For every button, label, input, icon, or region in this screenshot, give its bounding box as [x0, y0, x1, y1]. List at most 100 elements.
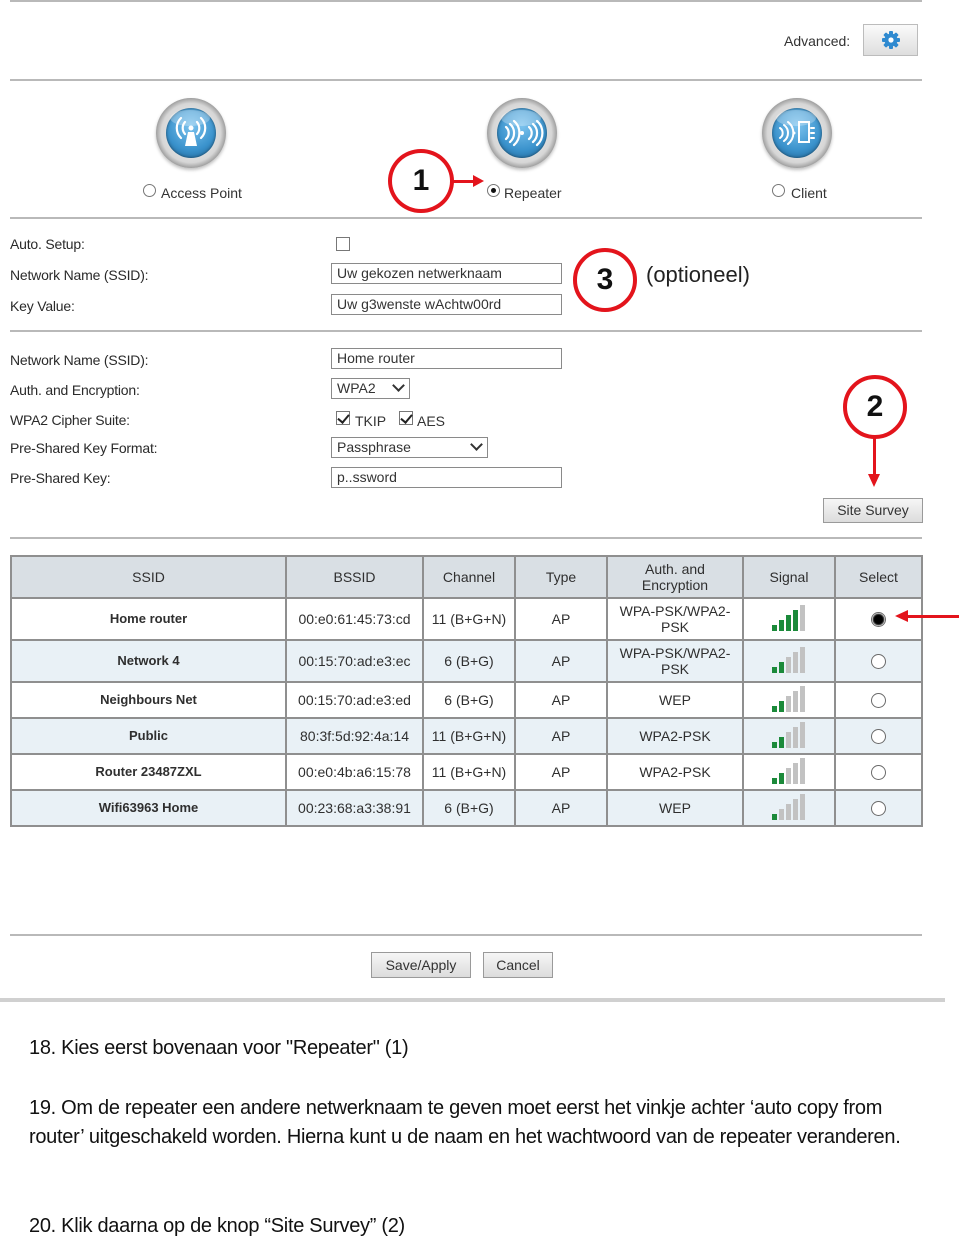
table-row[interactable]: Neighbours Net 00:15:70:ad:e3:ed 6 (B+G) AP… [10, 681, 923, 719]
select-network-radio[interactable] [871, 729, 886, 745]
cipher-tkip-checkbox[interactable] [336, 411, 350, 425]
bssid-cell: 00:e0:4b:a6:15:78 [285, 753, 424, 791]
signal-strength-icon [772, 605, 806, 631]
mode-repeater-radio[interactable] [487, 184, 500, 197]
psk-format-value: Passphrase [337, 439, 411, 455]
repeater-waves-icon [504, 119, 544, 147]
cipher-aes-label: AES [417, 413, 446, 429]
mode-client-radio[interactable] [772, 184, 785, 197]
table-row[interactable]: Wifi63963 Home 00:23:68:a3:38:91 6 (B+G) AP… [10, 789, 923, 827]
repeater-ssid-label: Network Name (SSID): [10, 267, 149, 283]
signal-bar [786, 615, 791, 631]
select-cell [834, 717, 923, 755]
table-row[interactable]: Network 4 00:15:70:ad:e3:ec 6 (B+G) AP WPA-P… [10, 639, 923, 683]
save-apply-button[interactable]: Save/Apply [371, 952, 471, 978]
mode-access-point-button[interactable] [156, 98, 226, 168]
psk-format-select[interactable]: Passphrase [331, 437, 488, 458]
bssid-cell: 00:e0:61:45:73:cd [285, 597, 424, 641]
table-row[interactable]: Public 80:3f:5d:92:4a:14 11 (B+G+N) AP WPA2-… [10, 717, 923, 755]
channel-cell: 11 (B+G+N) [422, 597, 516, 641]
select-network-radio[interactable] [871, 612, 886, 628]
ssid-cell: Router 23487ZXL [10, 753, 287, 791]
mode-access-point-radio[interactable] [143, 184, 156, 197]
ssid-cell: Wifi63963 Home [10, 789, 287, 827]
callout-1-arrow [453, 180, 475, 183]
section-divider-3 [10, 537, 922, 539]
client-device-icon [779, 121, 815, 145]
signal-cell [742, 753, 836, 791]
signal-bar [786, 768, 791, 784]
signal-bar [772, 742, 777, 748]
psk-input[interactable]: p..ssword [331, 467, 562, 488]
ssid-cell: Public [10, 717, 287, 755]
mode-client-button[interactable] [762, 98, 832, 168]
signal-bar [800, 722, 805, 748]
instruction-19: 19. Om de repeater een andere netwerknaa… [29, 1097, 901, 1148]
auto-setup-checkbox[interactable] [336, 237, 350, 251]
type-cell: AP [514, 597, 608, 641]
repeater-key-input[interactable]: Uw g3wenste wAchtw00rd [331, 294, 562, 315]
signal-bar [800, 758, 805, 784]
channel-cell: 6 (B+G) [422, 681, 516, 719]
select-cell [834, 753, 923, 791]
type-cell: AP [514, 753, 608, 791]
top-divider [10, 0, 922, 2]
cancel-button[interactable]: Cancel [483, 952, 553, 978]
repeater-ssid-input[interactable]: Uw gekozen netwerknaam [331, 263, 562, 284]
gear-icon [881, 31, 900, 49]
select-network-radio[interactable] [871, 765, 886, 781]
advanced-button[interactable] [863, 24, 918, 56]
type-cell: AP [514, 681, 608, 719]
auth-cell: WEP [606, 789, 744, 827]
signal-bar [779, 773, 784, 784]
signal-bar [786, 657, 791, 673]
signal-cell [742, 681, 836, 719]
signal-bar [800, 647, 805, 673]
mode-repeater-button[interactable] [487, 98, 557, 168]
psk-label: Pre-Shared Key: [10, 470, 111, 486]
selected-row-arrow [907, 615, 959, 618]
auth-encryption-select[interactable]: WPA2 [331, 378, 410, 399]
signal-bar [793, 610, 798, 631]
signal-bar [800, 686, 805, 712]
chevron-down-icon [392, 379, 405, 392]
selected-row-arrowhead [895, 610, 908, 622]
signal-cell [742, 597, 836, 641]
signal-bar [800, 605, 805, 631]
router-ssid-input[interactable]: Home router [331, 348, 562, 369]
callout-2: 2 [843, 375, 907, 439]
signal-bar [772, 667, 777, 673]
access-point-antenna-icon [175, 116, 207, 146]
signal-bar [786, 696, 791, 712]
signal-bar [779, 701, 784, 712]
select-network-radio[interactable] [871, 801, 886, 817]
signal-bar [779, 809, 784, 820]
auth-cell: WPA2-PSK [606, 753, 744, 791]
signal-cell [742, 717, 836, 755]
chevron-down-icon [470, 438, 483, 451]
instruction-18: 18. Kies eerst bovenaan voor "Repeater" … [29, 1037, 409, 1059]
cipher-aes-checkbox[interactable] [399, 411, 413, 425]
psk-format-label: Pre-Shared Key Format: [10, 440, 158, 456]
footer-divider-bottom [0, 998, 945, 1002]
signal-bar [800, 794, 805, 820]
select-network-radio[interactable] [871, 693, 886, 709]
cipher-tkip-label: TKIP [355, 413, 387, 429]
router-ssid-label: Network Name (SSID): [10, 352, 149, 368]
type-cell: AP [514, 789, 608, 827]
select-network-radio[interactable] [871, 654, 886, 670]
channel-cell: 11 (B+G+N) [422, 753, 516, 791]
table-row[interactable]: Home router 00:e0:61:45:73:cd 11 (B+G+N) AP… [10, 597, 923, 641]
channel-cell: 11 (B+G+N) [422, 717, 516, 755]
signal-bar [793, 691, 798, 712]
signal-strength-icon [772, 794, 806, 820]
bssid-cell: 00:23:68:a3:38:91 [285, 789, 424, 827]
signal-bar [793, 763, 798, 784]
section-divider-1 [10, 217, 922, 219]
ssid-cell: Home router [10, 597, 287, 641]
select-cell [834, 681, 923, 719]
signal-bar [779, 737, 784, 748]
site-survey-button[interactable]: Site Survey [823, 498, 923, 523]
site-survey-table: SSID BSSID Channel Type Auth. and Encryp… [10, 555, 923, 827]
table-row[interactable]: Router 23487ZXL 00:e0:4b:a6:15:78 11 (B+G+… [10, 753, 923, 791]
